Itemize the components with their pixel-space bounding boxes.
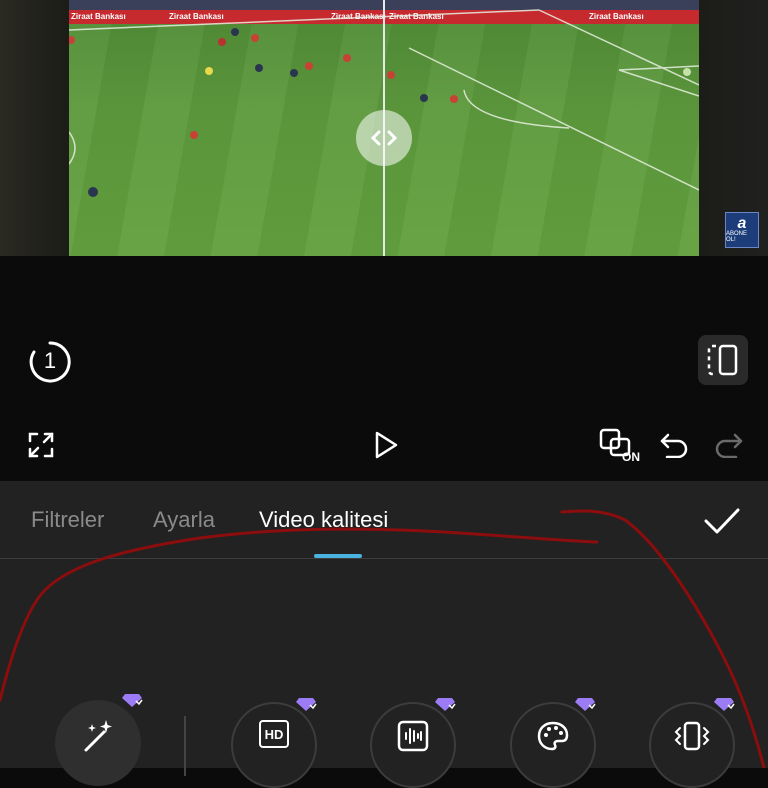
compare-on-label: ON — [622, 450, 640, 464]
palette-icon — [537, 721, 569, 751]
tab-video-quality[interactable]: Video kalitesi — [259, 507, 388, 533]
undo-button[interactable] — [656, 428, 692, 462]
checkmark-icon — [704, 508, 740, 534]
active-tab-indicator — [314, 554, 362, 558]
history-count: 1 — [43, 348, 57, 373]
compare-slider-handle[interactable] — [356, 110, 412, 166]
redo-button[interactable] — [712, 428, 746, 462]
edit-tabs: Filtreler Ayarla Video kalitesi — [0, 481, 768, 559]
redo-icon — [715, 433, 743, 458]
color-correction-button[interactable] — [510, 698, 596, 788]
fullscreen-button[interactable] — [24, 428, 58, 462]
play-button[interactable] — [366, 426, 404, 464]
magic-wand-icon — [84, 720, 112, 752]
pro-diamond-icon — [575, 698, 596, 711]
watermark-logo: a — [737, 215, 747, 232]
pro-diamond-icon — [296, 698, 317, 711]
history-counter-button[interactable]: 1 — [28, 340, 72, 384]
tab-filters[interactable]: Filtreler — [31, 507, 104, 533]
hd-icon: HD — [259, 720, 289, 748]
watermark-label: ABONE OL! — [726, 231, 748, 243]
split-view-icon — [707, 344, 738, 376]
edit-panel: Filtreler Ayarla Video kalitesi HD — [0, 481, 768, 788]
pro-diamond-icon — [122, 694, 143, 707]
noise-reduction-icon — [397, 720, 429, 752]
noise-reduction-button[interactable] — [370, 698, 456, 788]
hd-enhance-button[interactable]: HD — [231, 698, 317, 788]
play-icon — [375, 431, 398, 459]
pro-diamond-icon — [435, 698, 456, 711]
confirm-button[interactable] — [700, 501, 744, 541]
pro-diamond-icon — [714, 698, 735, 711]
stabilize-button[interactable] — [649, 698, 735, 788]
tab-adjust[interactable]: Ayarla — [153, 507, 215, 533]
video-preview: Ziraat Bankası Ziraat Bankası Ziraat Ban… — [0, 0, 768, 256]
compare-toggle-button[interactable]: ON — [598, 426, 644, 466]
expand-icon — [28, 432, 54, 458]
undo-icon — [660, 433, 688, 458]
auto-enhance-button[interactable] — [55, 694, 143, 786]
channel-watermark: a ABONE OL! — [725, 212, 759, 248]
stabilize-icon — [674, 721, 710, 751]
chevrons-left-right-icon — [370, 130, 398, 146]
split-view-toggle-button[interactable] — [698, 335, 748, 385]
tool-divider — [184, 716, 186, 776]
